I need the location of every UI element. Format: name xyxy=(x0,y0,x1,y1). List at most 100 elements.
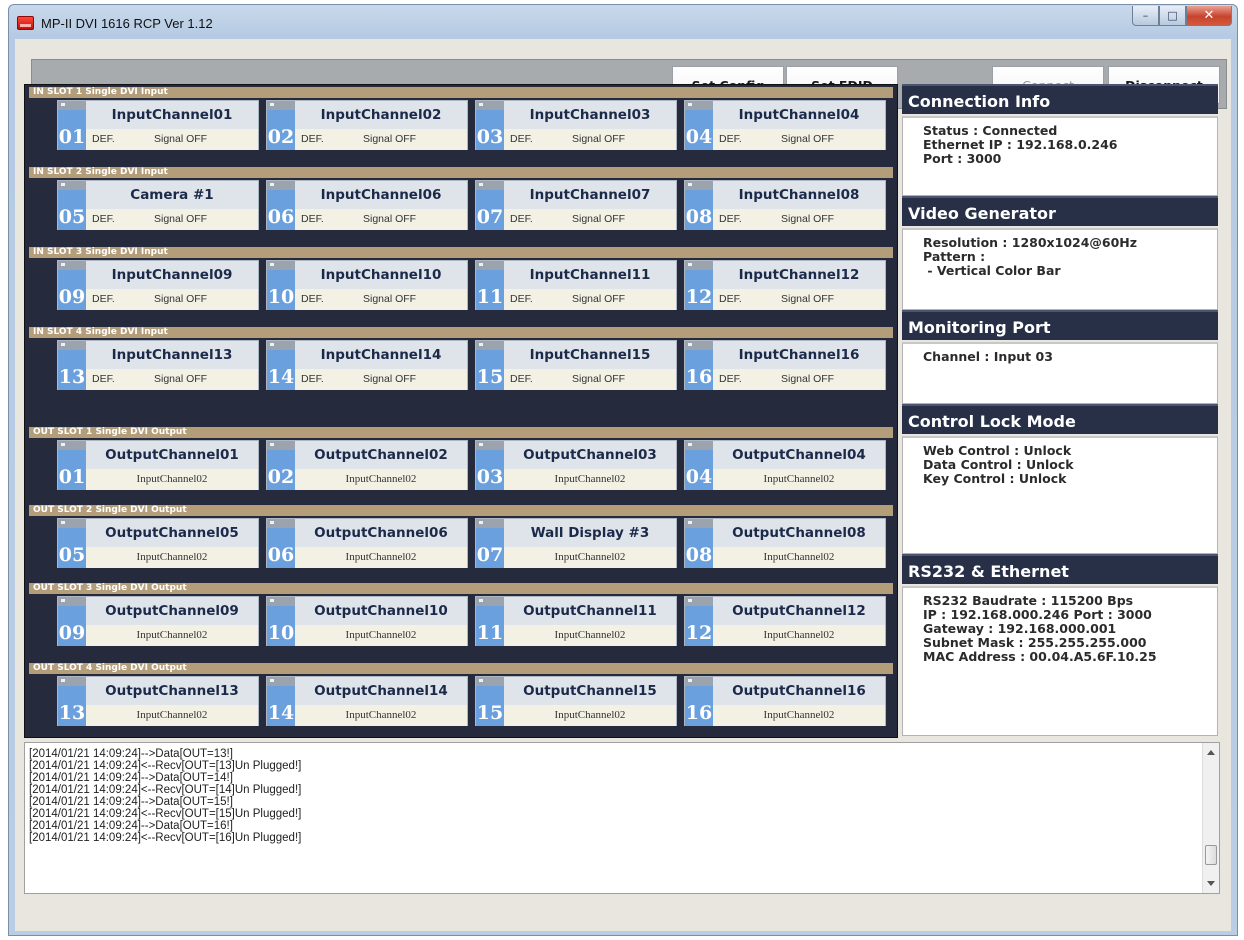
channel-number: 14 xyxy=(267,350,295,390)
output-channel-tile[interactable]: 05 OutputChannel05 InputChannel02 xyxy=(57,518,259,568)
output-channel-tile[interactable]: 11 OutputChannel11 InputChannel02 xyxy=(475,596,677,646)
channel-select-icon[interactable] xyxy=(58,261,86,270)
channel-route: InputChannel02 xyxy=(504,625,676,646)
channel-select-icon[interactable] xyxy=(267,261,295,270)
channel-select-icon[interactable] xyxy=(476,181,504,190)
minimize-button[interactable]: – xyxy=(1132,6,1159,26)
input-channel-tile[interactable]: 12 InputChannel12 DEF. Signal OFF xyxy=(684,260,886,310)
output-channel-tile[interactable]: 08 OutputChannel08 InputChannel02 xyxy=(684,518,886,568)
routed-input-label: InputChannel02 xyxy=(136,709,208,721)
channel-select-icon[interactable] xyxy=(476,261,504,270)
maximize-button[interactable]: □ xyxy=(1159,6,1186,26)
channel-status: DEF. Signal OFF xyxy=(504,369,676,390)
edid-default-label: DEF. xyxy=(510,373,533,385)
channel-select-icon[interactable] xyxy=(476,519,504,528)
channel-number: 04 xyxy=(685,450,713,490)
input-channel-tile[interactable]: 16 InputChannel16 DEF. Signal OFF xyxy=(684,340,886,390)
input-channel-tile[interactable]: 06 InputChannel06 DEF. Signal OFF xyxy=(266,180,468,230)
input-channel-tile[interactable]: 11 InputChannel11 DEF. Signal OFF xyxy=(475,260,677,310)
output-channel-tile[interactable]: 04 OutputChannel04 InputChannel02 xyxy=(684,440,886,490)
close-button[interactable]: ✕ xyxy=(1186,6,1232,26)
channel-number: 04 xyxy=(685,110,713,150)
output-channel-tile[interactable]: 10 OutputChannel10 InputChannel02 xyxy=(266,596,468,646)
channel-route: InputChannel02 xyxy=(713,625,885,646)
input-channel-tile[interactable]: 09 InputChannel09 DEF. Signal OFF xyxy=(57,260,259,310)
output-channel-tile[interactable]: 13 OutputChannel13 InputChannel02 xyxy=(57,676,259,726)
log-lines: [2014/01/21 14:09:24]-->Data[OUT=13!] [2… xyxy=(29,748,301,844)
output-channel-tile[interactable]: 07 Wall Display #3 InputChannel02 xyxy=(475,518,677,568)
input-channel-tile[interactable]: 03 InputChannel03 DEF. Signal OFF xyxy=(475,100,677,150)
channel-number: 06 xyxy=(267,190,295,230)
channel-select-icon[interactable] xyxy=(685,597,713,606)
channel-select-icon[interactable] xyxy=(267,677,295,686)
input-channel-tile[interactable]: 13 InputChannel13 DEF. Signal OFF xyxy=(57,340,259,390)
channel-number: 13 xyxy=(58,686,86,726)
scroll-down-icon[interactable] xyxy=(1207,881,1215,886)
channel-status: DEF. Signal OFF xyxy=(295,289,467,310)
channel-number: 08 xyxy=(685,190,713,230)
scroll-thumb[interactable] xyxy=(1205,845,1217,865)
channel-select-icon[interactable] xyxy=(476,441,504,450)
channel-select-icon[interactable] xyxy=(476,341,504,350)
output-channel-tile[interactable]: 02 OutputChannel02 InputChannel02 xyxy=(266,440,468,490)
channel-select-icon[interactable] xyxy=(476,677,504,686)
channel-name: OutputChannel06 xyxy=(314,525,448,541)
output-channel-tile[interactable]: 12 OutputChannel12 InputChannel02 xyxy=(684,596,886,646)
channel-select-icon[interactable] xyxy=(685,181,713,190)
channel-select-icon[interactable] xyxy=(685,441,713,450)
routed-input-label: InputChannel02 xyxy=(763,551,835,563)
channel-select-icon[interactable] xyxy=(267,101,295,110)
channel-select-icon[interactable] xyxy=(267,341,295,350)
input-channel-tile[interactable]: 14 InputChannel14 DEF. Signal OFF xyxy=(266,340,468,390)
channel-route: InputChannel02 xyxy=(86,547,258,568)
log-scrollbar[interactable] xyxy=(1202,743,1219,893)
channel-name: InputChannel08 xyxy=(738,187,860,203)
edid-default-label: DEF. xyxy=(510,133,533,145)
channel-status: DEF. Signal OFF xyxy=(713,289,885,310)
channel-select-icon[interactable] xyxy=(685,677,713,686)
input-channel-tile[interactable]: 04 InputChannel04 DEF. Signal OFF xyxy=(684,100,886,150)
channel-select-icon[interactable] xyxy=(58,677,86,686)
channel-select-icon[interactable] xyxy=(58,441,86,450)
channel-name: OutputChannel02 xyxy=(314,447,448,463)
channel-select-icon[interactable] xyxy=(267,181,295,190)
output-channel-tile[interactable]: 15 OutputChannel15 InputChannel02 xyxy=(475,676,677,726)
channel-select-icon[interactable] xyxy=(476,597,504,606)
input-channel-tile[interactable]: 10 InputChannel10 DEF. Signal OFF xyxy=(266,260,468,310)
log-textarea[interactable]: [2014/01/21 14:09:24]-->Data[OUT=13!] [2… xyxy=(24,742,1220,894)
channel-select-icon[interactable] xyxy=(685,261,713,270)
channel-select-icon[interactable] xyxy=(58,101,86,110)
info-line: MAC Address : 00.04.A5.6F.10.25 xyxy=(923,649,1157,664)
title-bar[interactable]: MP-II DVI 1616 RCP Ver 1.12 – □ ✕ xyxy=(9,5,1237,39)
channel-select-icon[interactable] xyxy=(267,597,295,606)
input-channel-tile[interactable]: 15 InputChannel15 DEF. Signal OFF xyxy=(475,340,677,390)
channel-name: InputChannel03 xyxy=(529,107,651,123)
input-channel-tile[interactable]: 01 InputChannel01 DEF. Signal OFF xyxy=(57,100,259,150)
input-channel-tile[interactable]: 07 InputChannel07 DEF. Signal OFF xyxy=(475,180,677,230)
channel-select-icon[interactable] xyxy=(58,519,86,528)
channel-select-icon[interactable] xyxy=(58,181,86,190)
channel-number: 14 xyxy=(267,686,295,726)
output-channel-tile[interactable]: 01 OutputChannel01 InputChannel02 xyxy=(57,440,259,490)
channel-select-icon[interactable] xyxy=(685,519,713,528)
input-channel-tile[interactable]: 08 InputChannel08 DEF. Signal OFF xyxy=(684,180,886,230)
input-channel-tile[interactable]: 02 InputChannel02 DEF. Signal OFF xyxy=(266,100,468,150)
video-generator-body: Resolution : 1280x1024@60Hz Pattern : - … xyxy=(902,228,1218,310)
output-channel-tile[interactable]: 06 OutputChannel06 InputChannel02 xyxy=(266,518,468,568)
channel-status: DEF. Signal OFF xyxy=(504,289,676,310)
channel-select-icon[interactable] xyxy=(58,341,86,350)
info-panel: Connection Info Status : Connected Ether… xyxy=(902,84,1220,738)
output-channel-tile[interactable]: 03 OutputChannel03 InputChannel02 xyxy=(475,440,677,490)
channel-select-icon[interactable] xyxy=(685,101,713,110)
channel-select-icon[interactable] xyxy=(58,597,86,606)
channel-select-icon[interactable] xyxy=(476,101,504,110)
channel-select-icon[interactable] xyxy=(267,519,295,528)
output-channel-tile[interactable]: 09 OutputChannel09 InputChannel02 xyxy=(57,596,259,646)
channel-select-icon[interactable] xyxy=(267,441,295,450)
output-channel-tile[interactable]: 14 OutputChannel14 InputChannel02 xyxy=(266,676,468,726)
edid-default-label: DEF. xyxy=(92,213,115,225)
scroll-up-icon[interactable] xyxy=(1207,750,1215,755)
output-channel-tile[interactable]: 16 OutputChannel16 InputChannel02 xyxy=(684,676,886,726)
input-channel-tile[interactable]: 05 Camera #1 DEF. Signal OFF xyxy=(57,180,259,230)
channel-select-icon[interactable] xyxy=(685,341,713,350)
